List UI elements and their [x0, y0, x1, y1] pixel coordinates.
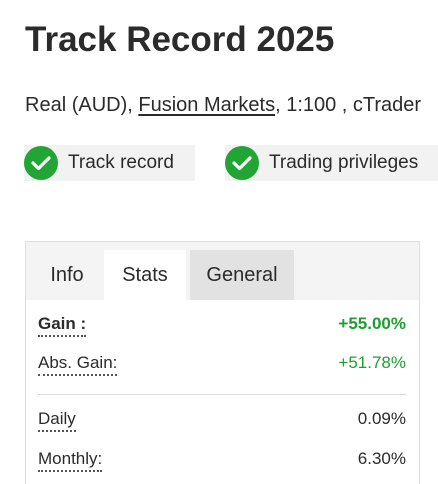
check-circle-icon	[24, 146, 58, 180]
gain-label[interactable]: Gain :	[38, 314, 87, 337]
daily-label[interactable]: Daily	[38, 409, 76, 432]
monthly-label[interactable]: Monthly:	[38, 449, 103, 472]
monthly-value: 6.30%	[357, 449, 406, 468]
stats-panel: Gain : +55.00% Abs. Gain: +51.78% Daily …	[26, 300, 419, 484]
broker-link[interactable]: Fusion Markets	[138, 94, 275, 116]
page: Track Record 2025 Real (AUD), Fusion Mar…	[0, 0, 438, 484]
stat-row-gain: Gain : +55.00%	[38, 314, 406, 337]
abs-gain-value: +51.78%	[338, 353, 406, 372]
account-suffix: , 1:100 , cTrader	[275, 94, 422, 116]
stat-row-abs-gain: Abs. Gain: +51.78%	[38, 353, 406, 376]
stats-divider	[38, 394, 406, 395]
account-info: Real (AUD), Fusion Markets, 1:100 , cTra…	[25, 94, 421, 117]
badge-label: Trading privileges	[269, 152, 419, 173]
page-title: Track Record 2025	[25, 20, 335, 59]
tab-stats[interactable]: Stats	[104, 250, 186, 300]
account-prefix: Real (AUD),	[25, 94, 139, 116]
abs-gain-label[interactable]: Abs. Gain:	[38, 353, 118, 376]
stat-row-monthly: Monthly: 6.30%	[38, 449, 406, 472]
stats-card: Info Stats General Gain : +55.00% Abs. G…	[25, 241, 420, 484]
badge-label: Track record	[68, 152, 174, 173]
gain-value: +55.00%	[338, 314, 406, 333]
tab-general[interactable]: General	[190, 250, 294, 300]
check-circle-icon	[225, 146, 259, 180]
trading-privileges-badge: Trading privileges	[225, 145, 438, 181]
tab-info[interactable]: Info	[32, 250, 102, 300]
tab-bar: Info Stats General	[26, 242, 419, 300]
track-record-badge: Track record	[24, 145, 195, 181]
stat-row-daily: Daily 0.09%	[38, 409, 406, 432]
daily-value: 0.09%	[357, 409, 406, 428]
